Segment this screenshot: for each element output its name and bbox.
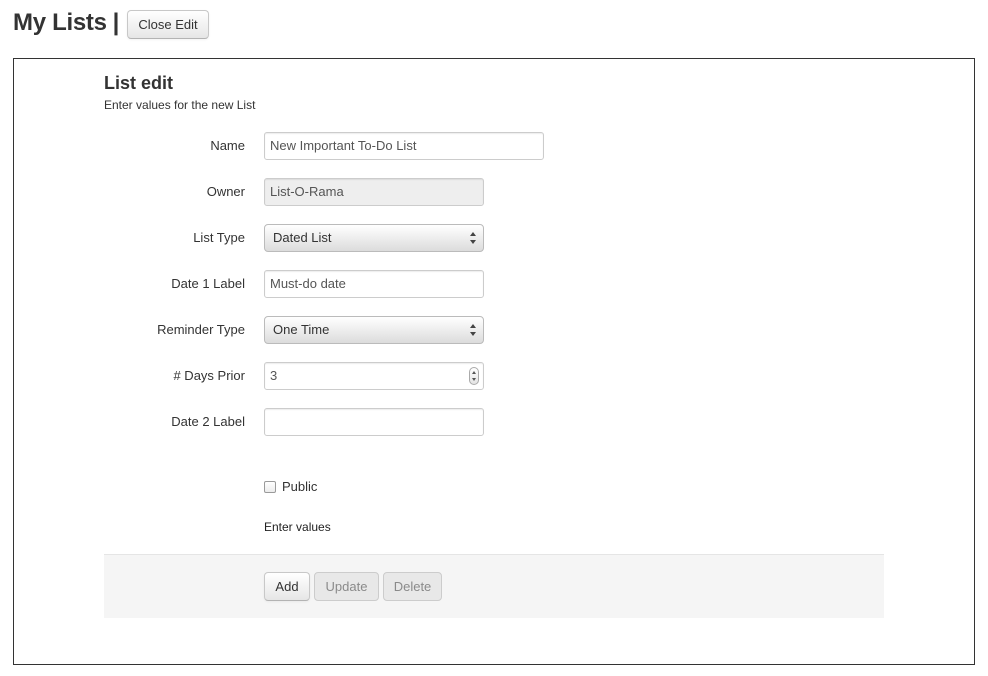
name-input[interactable]: New Important To-Do List — [264, 132, 544, 160]
title-separator: | — [112, 9, 120, 36]
page-title: My Lists — [13, 9, 107, 36]
public-checkbox-row: Public — [264, 479, 317, 494]
list-edit-panel: List edit Enter values for the new List … — [13, 58, 975, 665]
date1-label-label: Date 1 Label — [171, 276, 245, 291]
days-prior-input[interactable]: 3 — [264, 362, 484, 390]
owner-label: Owner — [206, 184, 245, 199]
list-type-label: List Type — [193, 230, 245, 245]
name-label: Name — [210, 138, 245, 153]
form-hint: Enter values — [264, 520, 331, 534]
public-label: Public — [282, 479, 318, 494]
date2-label-label: Date 2 Label — [171, 414, 245, 429]
days-prior-label: # Days Prior — [173, 368, 245, 383]
owner-field: List-O-Rama — [264, 178, 484, 206]
form-title: List edit — [104, 73, 174, 93]
reminder-type-row: Reminder Type One Time — [14, 316, 614, 344]
days-prior-value: 3 — [270, 368, 278, 383]
date1-label-input[interactable]: Must-do date — [264, 270, 484, 298]
update-button[interactable]: Update — [314, 572, 379, 601]
name-row: Name New Important To-Do List — [14, 132, 614, 160]
owner-row: Owner List-O-Rama — [14, 178, 614, 206]
date2-label-input[interactable] — [264, 408, 484, 436]
date1-label-row: Date 1 Label Must-do date — [14, 270, 614, 298]
list-type-row: List Type Dated List — [14, 224, 614, 252]
days-prior-row: # Days Prior 3 — [14, 362, 614, 390]
select-arrows-icon — [470, 232, 476, 244]
add-button[interactable]: Add — [264, 572, 310, 601]
page-header: My Lists | — [13, 6, 119, 40]
select-arrows-icon — [470, 324, 476, 336]
form-actions: Add Update Delete — [104, 554, 884, 618]
form-subtitle: Enter values for the new List — [104, 98, 256, 112]
list-type-select[interactable]: Dated List — [264, 224, 484, 252]
date2-label-row: Date 2 Label — [14, 408, 614, 436]
number-stepper-icon[interactable] — [469, 367, 479, 385]
reminder-type-select[interactable]: One Time — [264, 316, 484, 344]
close-edit-button[interactable]: Close Edit — [127, 10, 209, 39]
reminder-type-value: One Time — [273, 322, 330, 337]
public-checkbox[interactable] — [264, 480, 276, 493]
list-type-value: Dated List — [273, 230, 332, 245]
delete-button[interactable]: Delete — [383, 572, 442, 601]
reminder-type-label: Reminder Type — [157, 322, 245, 337]
